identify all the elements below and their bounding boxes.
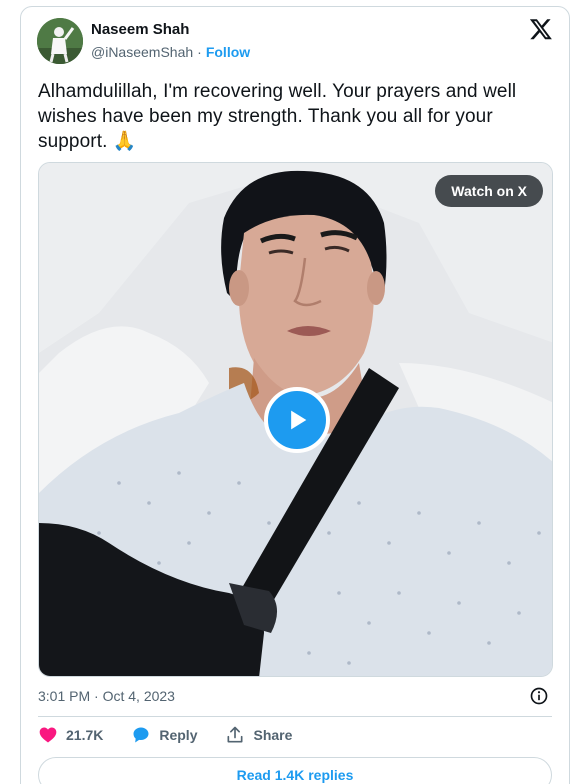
action-bar: 21.7K Reply Share [38, 725, 292, 745]
info-icon[interactable] [529, 686, 549, 706]
play-button[interactable] [264, 387, 330, 453]
tweet-text: Alhamdulillah, I'm recovering well. Your… [38, 81, 517, 152]
like-count: 21.7K [66, 727, 104, 743]
share-label: Share [253, 727, 293, 743]
tweet-video[interactable]: Watch on X [38, 162, 553, 677]
tweet-embed-card: Naseem Shah @iNaseemShah · Follow Alhamd… [20, 6, 570, 784]
x-logo-icon[interactable] [529, 17, 553, 41]
author-name[interactable]: Naseem Shah [91, 21, 189, 38]
avatar-image [37, 18, 83, 64]
tweet-timestamp[interactable]: 3:01 PM · Oct 4, 2023 [38, 688, 175, 704]
like-button[interactable]: 21.7K [38, 725, 103, 745]
follow-link[interactable]: Follow [206, 44, 250, 60]
watch-on-x-button[interactable]: Watch on X [435, 175, 543, 207]
reply-button[interactable]: Reply [131, 725, 197, 745]
reply-bubble-icon [133, 727, 149, 743]
author-handle-row: @iNaseemShah · Follow [91, 44, 250, 60]
share-icon [227, 726, 243, 743]
author-handle[interactable]: @iNaseemShah [91, 44, 193, 60]
author-avatar[interactable] [37, 18, 83, 64]
share-button[interactable]: Share [225, 725, 292, 745]
reply-label: Reply [159, 727, 198, 743]
separator-dot: · [197, 44, 202, 60]
read-replies-button[interactable]: Read 1.4K replies [38, 757, 552, 784]
divider [38, 716, 552, 717]
play-icon [291, 410, 307, 430]
heart-icon [39, 727, 57, 743]
